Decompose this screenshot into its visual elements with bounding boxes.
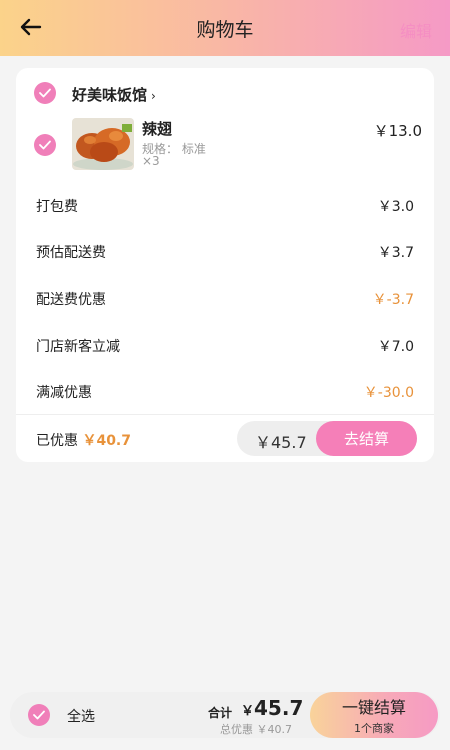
fee-value: ￥-30.0 <box>363 385 414 401</box>
fee-label: 预估配送费 <box>36 245 106 261</box>
fee-value: ￥3.7 <box>377 245 414 261</box>
checkout-button[interactable]: 去结算 <box>316 421 417 456</box>
shop-select-checkbox[interactable] <box>34 82 56 104</box>
shop-name: 好美味饭馆 <box>72 86 148 104</box>
one-click-label: 一键结算 <box>341 698 406 717</box>
shop-name-link[interactable]: 好美味饭馆 › <box>72 84 156 105</box>
shop-cart-card: 好美味饭馆 › 辣翅 规格： 标准 ×3 ￥13.0 打包费 ￥3.0 预估配送费… <box>16 68 434 462</box>
select-all-checkbox[interactable] <box>28 704 50 726</box>
sum-total: ￥45.7 <box>241 696 303 720</box>
shop-total: ￥45.7 <box>255 433 307 452</box>
checkout-box: ￥45.7 去结算 <box>237 421 417 456</box>
fee-value: ￥3.0 <box>377 199 414 215</box>
edit-button[interactable]: 编辑 <box>400 18 432 42</box>
arrow-left-icon <box>20 18 42 36</box>
check-icon <box>39 140 51 150</box>
sum-currency: ￥ <box>241 704 255 719</box>
fee-row-new-customer: 门店新客立减 ￥7.0 <box>36 336 414 356</box>
sum-value: 45.7 <box>254 696 304 720</box>
dish-image[interactable] <box>72 118 134 170</box>
fee-label: 门店新客立减 <box>36 339 120 355</box>
dish-quantity: ×3 <box>142 154 160 168</box>
fee-label: 满减优惠 <box>36 385 92 401</box>
fee-label: 配送费优惠 <box>36 292 106 308</box>
select-all-label[interactable]: 全选 <box>67 706 95 726</box>
fee-value: ￥-3.7 <box>372 292 414 308</box>
bottom-bar: 全选 合计 ￥45.7 总优惠 ￥40.7 一键结算 1个商家 <box>10 692 440 738</box>
fee-label: 打包费 <box>36 199 78 215</box>
dish-price: ￥13.0 <box>373 122 422 140</box>
total-discount: 总优惠 ￥40.7 <box>220 723 292 736</box>
fee-row-delivery: 预估配送费 ￥3.7 <box>36 242 414 262</box>
app-header: 购物车 编辑 <box>0 0 450 56</box>
page-title: 购物车 <box>196 18 254 41</box>
saved-summary: 已优惠 ￥40.7 <box>36 430 131 450</box>
merchant-count: 1个商家 <box>354 722 394 735</box>
chevron-right-icon: › <box>151 89 156 103</box>
divider <box>16 414 434 415</box>
fee-row-packaging: 打包费 ￥3.0 <box>36 196 414 216</box>
one-click-checkout-button[interactable]: 一键结算 1个商家 <box>310 692 438 738</box>
fee-row-delivery-discount: 配送费优惠 ￥-3.7 <box>36 289 414 309</box>
fee-row-full-reduction: 满减优惠 ￥-30.0 <box>36 382 414 402</box>
item-select-checkbox[interactable] <box>34 134 56 156</box>
saved-label: 已优惠 <box>36 433 78 449</box>
saved-amount: ￥40.7 <box>82 433 131 449</box>
sum-label: 合计 <box>208 706 233 720</box>
check-icon <box>39 88 51 98</box>
check-icon <box>33 710 45 720</box>
dish-name: 辣翅 <box>142 120 173 138</box>
back-button[interactable] <box>18 14 44 40</box>
fee-value: ￥7.0 <box>377 339 414 355</box>
